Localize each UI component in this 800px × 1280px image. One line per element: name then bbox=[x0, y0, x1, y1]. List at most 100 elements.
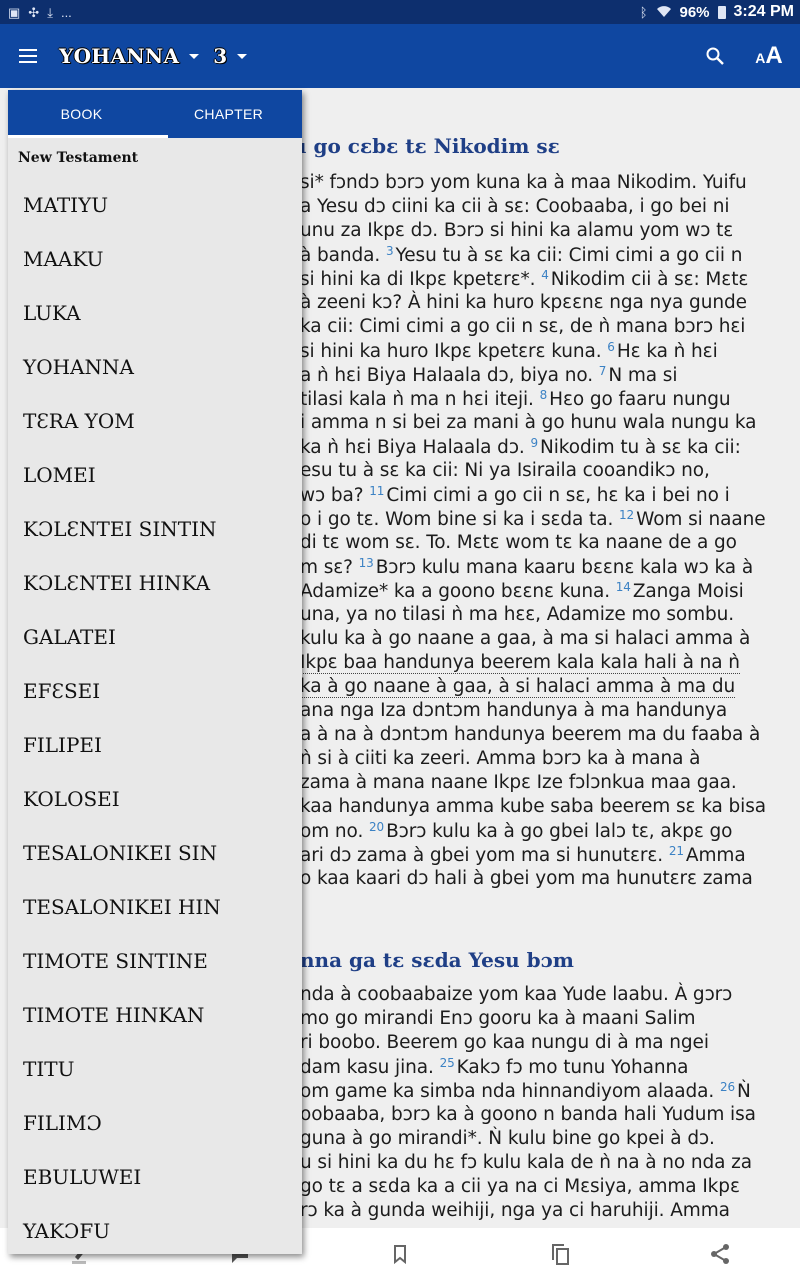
book-list: MATIYU MAAKU LUKA YOHANNA TƐRA YOM LOMEI KƆLƐN… bbox=[8, 178, 302, 1254]
verse-line: nda à coobaabaize yom kaa Yude laabu. À … bbox=[300, 984, 732, 1005]
menu-icon[interactable] bbox=[0, 24, 56, 88]
book-item[interactable]: YAKƆFU bbox=[8, 1204, 302, 1254]
verse-number[interactable]: 3 bbox=[386, 244, 394, 258]
book-item[interactable]: YOHANNA bbox=[8, 340, 302, 394]
bookmark-icon bbox=[394, 1245, 406, 1265]
verse-text: Zanga Moisi bbox=[632, 581, 744, 602]
verse-number[interactable]: 8 bbox=[540, 388, 548, 402]
book-selector[interactable]: YOHANNA bbox=[56, 44, 213, 68]
book-item[interactable]: KOLOSEI bbox=[8, 772, 302, 826]
book-item[interactable]: TIMOTE SINTINE bbox=[8, 934, 302, 988]
chapter-selector[interactable]: 3 bbox=[213, 44, 261, 68]
copy-button[interactable] bbox=[535, 1229, 585, 1279]
verse-number[interactable]: 12 bbox=[619, 508, 634, 522]
wifi-icon bbox=[656, 5, 672, 20]
verse-text: ari dɔ zama à gbei yom ma si hunutɛrɛ. bbox=[300, 845, 669, 866]
verse-text: ana nga Iza dɔntɔm handunya à ma handuny… bbox=[300, 700, 728, 721]
verse-text: Ikpɛ baa handunya beerem kala kala hali … bbox=[300, 652, 740, 673]
verse-number[interactable]: 13 bbox=[359, 556, 374, 570]
verse-text: Nikodim tu à sɛ ka cii: bbox=[540, 437, 741, 458]
app-bar: YOHANNA 3 AA bbox=[0, 24, 800, 88]
verse-text: ri boobo. Beerem go kaa nungu di à ma ng… bbox=[300, 1032, 709, 1053]
verse-text: Kakɔ fɔ mo tunu Yohanna bbox=[456, 1057, 689, 1078]
verse-number[interactable]: 21 bbox=[669, 844, 684, 858]
verse-text: om game ka simba nda hinnandiyom alaada. bbox=[300, 1081, 720, 1102]
book-item[interactable]: GALATEI bbox=[8, 610, 302, 664]
tab-indicator bbox=[8, 135, 168, 138]
book-item[interactable]: MATIYU bbox=[8, 178, 302, 232]
verse-text: si hini ka huro Ikpɛ kpetɛrɛ kuna. bbox=[300, 341, 608, 362]
verse-line: ri boobo. Beerem go kaa nungu di à ma ng… bbox=[300, 1032, 709, 1053]
book-item[interactable]: LOMEI bbox=[8, 448, 302, 502]
verse-text: Cimi cimi a go cii n sɛ, hɛ ka i bei no … bbox=[386, 485, 730, 506]
book-item[interactable]: KƆLƐNTEI HINKA bbox=[8, 556, 302, 610]
section-label: New Testament bbox=[18, 150, 139, 166]
verse-number[interactable]: 4 bbox=[541, 268, 549, 282]
verse-line: om game ka simba nda hinnandiyom alaada.… bbox=[300, 1080, 751, 1102]
verse-line: unu za Ikpɛ dɔ. Bɔrɔ si hini ka alamu yo… bbox=[300, 220, 733, 241]
book-item[interactable]: FILIPEI bbox=[8, 718, 302, 772]
verse-line: i amma n si bei za mani à go hunu wala n… bbox=[300, 412, 756, 433]
bluetooth-icon: ᛒ bbox=[639, 4, 648, 20]
verse-text: ka cii: Cimi cimi a go cii n sɛ, de ǹ ma… bbox=[300, 316, 746, 337]
verse-number[interactable]: 9 bbox=[530, 436, 538, 450]
verse-number[interactable]: 7 bbox=[599, 364, 607, 378]
book-item[interactable]: TESALONIKEI HIN bbox=[8, 880, 302, 934]
verse-line: mo go mirandi Enɔ gooru ka à maani Salim bbox=[300, 1008, 696, 1029]
book-dropdown-caret-icon bbox=[189, 53, 200, 59]
section-heading: u go cɛbɛ tɛ Nikodim sɛ bbox=[292, 134, 560, 158]
verse-text: guna à go mirandi*. Ǹ kulu bine go kpei … bbox=[300, 1128, 715, 1149]
verse-text: una, ya no tilasi ǹ ma hɛɛ, Adamize mo s… bbox=[300, 604, 735, 625]
book-item[interactable]: KƆLƐNTEI SINTIN bbox=[8, 502, 302, 556]
bookmark-button[interactable] bbox=[375, 1229, 425, 1279]
verse-line: a à na à dɔntɔm handunya beerem ma du fa… bbox=[300, 724, 760, 745]
book-item[interactable]: FILIMƆ bbox=[8, 1096, 302, 1150]
verse-text: à zeeni kɔ? À hini ka huro kpɛɛnɛ nga ny… bbox=[300, 292, 747, 313]
book-item[interactable]: EBULUWEI bbox=[8, 1150, 302, 1204]
verse-text: kulu ka à go naane a gaa, à ma si halaci… bbox=[300, 628, 751, 649]
book-item[interactable]: TITU bbox=[8, 1042, 302, 1096]
text-size-icon: AA bbox=[755, 42, 783, 69]
verse-text: Bɔrɔ kulu ka à go gbei lalɔ tɛ, akpɛ go bbox=[386, 821, 733, 842]
book-item[interactable]: MAAKU bbox=[8, 232, 302, 286]
verse-number[interactable]: 26 bbox=[720, 1080, 735, 1094]
drawer-tabs: BOOK CHAPTER bbox=[8, 90, 302, 138]
verse-number[interactable]: 6 bbox=[607, 340, 615, 354]
verse-number[interactable]: 14 bbox=[616, 580, 631, 594]
book-item[interactable]: EFƐSEI bbox=[8, 664, 302, 718]
verse-text: mo go mirandi Enɔ gooru ka à maani Salim bbox=[300, 1008, 696, 1029]
verse-line: si* fɔndɔ bɔrɔ yom kuna ka à maa Nikodim… bbox=[300, 172, 747, 193]
tab-book[interactable]: BOOK bbox=[8, 90, 155, 138]
verse-line: o kaa kaari dɔ hali à gbei yom ma hunutɛ… bbox=[300, 868, 753, 889]
search-button[interactable] bbox=[688, 24, 742, 88]
book-item[interactable]: TIMOTE HINKAN bbox=[8, 988, 302, 1042]
verse-text: à banda. bbox=[300, 245, 386, 266]
verse-text: esu tu à sɛ ka cii: Ni ya Isiraila cooan… bbox=[300, 460, 710, 481]
share-button[interactable] bbox=[695, 1229, 745, 1279]
verse-text: a Yesu dɔ ciini ka cii à sɛ: Coobaaba, i… bbox=[300, 196, 730, 217]
text-size-button[interactable]: AA bbox=[742, 24, 796, 88]
verse-line: Adamize* ka a goono bɛɛnɛ kuna. 14 Zanga … bbox=[300, 580, 744, 602]
verse-line: wɔ ba? 11 Cimi cimi a go cii n sɛ, hɛ ka … bbox=[300, 484, 730, 506]
verse-text: zama à mana naane Ikpɛ Ize fɔlɔnkua maa … bbox=[300, 772, 737, 793]
verse-line: m sɛ? 13 Bɔrɔ kulu mana kaaru bɛɛnɛ kala … bbox=[300, 556, 753, 578]
verse-line: a Yesu dɔ ciini ka cii à sɛ: Coobaaba, i… bbox=[300, 196, 729, 217]
book-item[interactable]: TESALONIKEI SIN bbox=[8, 826, 302, 880]
verse-text: dam kasu jina. bbox=[300, 1057, 440, 1078]
more-notifications-icon: ... bbox=[60, 4, 72, 20]
verse-number[interactable]: 20 bbox=[369, 820, 384, 834]
verse-number[interactable]: 25 bbox=[440, 1056, 455, 1070]
verse-number[interactable]: 11 bbox=[369, 484, 384, 498]
verse-text: si hini ka di Ikpɛ kpetɛrɛ*. bbox=[300, 269, 542, 290]
tab-chapter[interactable]: CHAPTER bbox=[155, 90, 302, 138]
verse-line: si hini ka huro Ikpɛ kpetɛrɛ kuna. 6 Hɛ k… bbox=[300, 340, 718, 362]
book-item[interactable]: LUKA bbox=[8, 286, 302, 340]
verse-text: om no. bbox=[300, 821, 370, 842]
book-chapter-drawer: BOOK CHAPTER New Testament MATIYU MAAKU LU… bbox=[8, 90, 302, 1254]
copy-icon bbox=[552, 1244, 569, 1265]
book-item[interactable]: TƐRA YOM bbox=[8, 394, 302, 448]
clock: 3:24 PM bbox=[733, 3, 794, 20]
verse-text: oobaaba, bɔrɔ ka à goono n banda hali Yu… bbox=[300, 1104, 756, 1125]
verse-text: Hɛ ka ǹ hɛi bbox=[616, 341, 718, 362]
verse-text: N ma si bbox=[608, 365, 678, 386]
